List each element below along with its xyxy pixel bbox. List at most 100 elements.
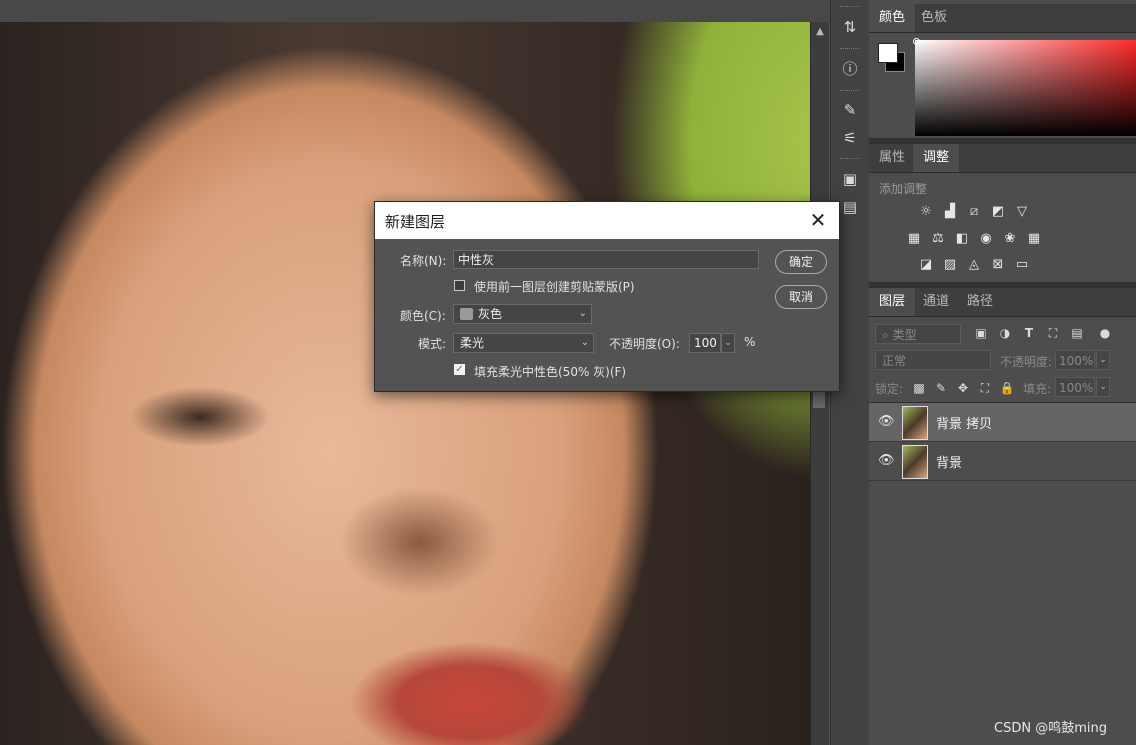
history-icon[interactable]: ⇅ xyxy=(839,16,861,38)
opacity-unit: % xyxy=(744,335,756,349)
grip-handle[interactable] xyxy=(840,6,860,10)
layer-name-input[interactable] xyxy=(453,250,759,269)
black-white-icon[interactable]: ◧ xyxy=(953,231,971,247)
type-filter-icon[interactable]: T xyxy=(1021,325,1037,341)
color-lookup-icon[interactable]: ▦ xyxy=(1025,231,1043,247)
layer-thumbnail xyxy=(902,445,928,479)
layer-thumbnail xyxy=(902,406,928,440)
gradient-map-icon[interactable]: ▭ xyxy=(1013,257,1031,273)
fill-label: 填充: xyxy=(1023,382,1052,396)
layer-opacity-value: 100% xyxy=(1059,354,1094,368)
levels-icon[interactable]: ▟ xyxy=(941,204,959,220)
threshold-icon[interactable]: ◬ xyxy=(965,257,983,273)
brush-settings-icon[interactable]: ⚟ xyxy=(839,127,861,149)
color-panel-tabbar: 颜色 色板 xyxy=(869,4,1136,33)
invert-icon[interactable]: ◪ xyxy=(917,257,935,273)
layer-row[interactable]: 👁 背景 xyxy=(869,442,1136,481)
opacity-label: 不透明度(O): xyxy=(609,337,680,351)
name-label: 名称(N): xyxy=(400,254,447,268)
mode-select-value: 柔光 xyxy=(460,336,485,350)
brightness-icon[interactable]: ☼ xyxy=(917,204,935,220)
libraries-icon[interactable]: ▣ xyxy=(839,168,861,190)
color-select[interactable]: 灰色 ⌄ xyxy=(453,304,592,324)
tab-channels[interactable]: 通道 xyxy=(913,288,959,316)
scrollbar-thumb[interactable] xyxy=(813,390,825,408)
eye-icon[interactable]: 👁 xyxy=(878,453,895,469)
adjust-panel-tabbar: 属性 调整 xyxy=(869,144,1136,173)
tab-layers[interactable]: 图层 xyxy=(869,288,916,316)
fill-neutral-label: 填充柔光中性色(50% 灰)(F) xyxy=(474,365,627,379)
grip-handle[interactable] xyxy=(840,48,860,52)
tab-swatches[interactable]: 色板 xyxy=(911,4,957,32)
eye-icon[interactable]: 👁 xyxy=(878,414,895,430)
color-picker-cursor[interactable] xyxy=(913,38,920,45)
fill-neutral-checkbox[interactable]: ✓ xyxy=(454,364,465,375)
lock-transparent-icon[interactable]: ▩ xyxy=(911,380,927,396)
blend-mode-value: 正常 xyxy=(882,354,907,368)
hue-saturation-icon[interactable]: ▦ xyxy=(905,231,923,247)
lock-label: 锁定: xyxy=(875,382,904,396)
color-picker-field[interactable] xyxy=(915,40,1136,136)
opacity-input[interactable] xyxy=(689,333,721,353)
blend-mode-select[interactable]: 正常 xyxy=(875,350,991,370)
tab-properties[interactable]: 属性 xyxy=(869,144,915,172)
chevron-down-icon[interactable]: ⌄ xyxy=(1096,377,1110,397)
posterize-icon[interactable]: ▨ xyxy=(941,257,959,273)
layer-opacity-input[interactable]: 100% xyxy=(1055,350,1095,370)
mode-label: 模式: xyxy=(418,337,447,351)
cancel-button[interactable]: 取消 xyxy=(775,285,827,309)
layer-filter-label: 类型 xyxy=(892,328,917,342)
document-tab-bar xyxy=(0,0,830,22)
close-icon[interactable]: ✕ xyxy=(807,209,829,231)
color-balance-icon[interactable]: ⚖ xyxy=(929,231,947,247)
info-icon[interactable]: ⓘ xyxy=(839,58,861,80)
dialog-title: 新建图层 xyxy=(385,213,446,231)
chevron-down-icon: ⌄ xyxy=(580,337,589,348)
lock-artboard-icon[interactable]: ⛶ xyxy=(977,380,993,396)
scroll-up-arrow-icon[interactable]: ▲ xyxy=(812,24,828,40)
watermark-text: CSDN @鸣鼓ming xyxy=(994,721,1107,736)
notes-icon[interactable]: ▤ xyxy=(839,196,861,218)
color-label: 颜色(C): xyxy=(400,309,446,323)
lock-paint-icon[interactable]: ✎ xyxy=(933,380,949,396)
mode-select[interactable]: 柔光 ⌄ xyxy=(453,333,594,353)
vibrance-icon[interactable]: ▽ xyxy=(1013,204,1031,220)
layer-filter-select[interactable]: ⌕ 类型 xyxy=(875,324,961,344)
exposure-icon[interactable]: ◩ xyxy=(989,204,1007,220)
lock-all-icon[interactable]: 🔒 xyxy=(999,380,1015,396)
fill-value: 100% xyxy=(1059,381,1094,395)
tab-paths[interactable]: 路径 xyxy=(957,288,1003,316)
clip-mask-checkbox[interactable] xyxy=(454,280,465,291)
dialog-title-bar[interactable]: 新建图层 ✕ xyxy=(375,202,839,239)
selective-color-icon[interactable]: ⊠ xyxy=(989,257,1007,273)
ok-button[interactable]: 确定 xyxy=(775,250,827,274)
lock-move-icon[interactable]: ✥ xyxy=(955,380,971,396)
grip-handle[interactable] xyxy=(840,90,860,94)
chevron-down-icon[interactable]: ⌄ xyxy=(1096,350,1110,370)
layer-row[interactable]: 👁 背景 拷贝 xyxy=(869,403,1136,442)
channel-mixer-icon[interactable]: ❀ xyxy=(1001,231,1019,247)
fill-input[interactable]: 100% xyxy=(1055,377,1095,397)
smart-object-filter-icon[interactable]: ▤ xyxy=(1069,325,1085,341)
brush-presets-icon[interactable]: ✎ xyxy=(839,99,861,121)
photo-filter-icon[interactable]: ◉ xyxy=(977,231,995,247)
chevron-down-icon: ⌄ xyxy=(578,308,587,319)
new-layer-dialog: 新建图层 ✕ 名称(N): 使用前一图层创建剪贴蒙版(P) 颜色(C): 灰色 … xyxy=(374,201,840,392)
layer-opacity-label: 不透明度: xyxy=(1000,355,1053,369)
layers-panel-tabbar: 图层 通道 路径 xyxy=(869,288,1136,317)
tab-color[interactable]: 颜色 xyxy=(869,4,916,32)
filter-toggle-icon[interactable]: ● xyxy=(1097,325,1113,341)
adjustment-filter-icon[interactable]: ◑ xyxy=(997,325,1013,341)
gray-swatch-icon xyxy=(460,308,473,320)
grip-handle[interactable] xyxy=(840,158,860,162)
color-select-value: 灰色 xyxy=(478,307,503,321)
chevron-down-icon[interactable]: ⌄ xyxy=(721,333,735,353)
curves-icon[interactable]: ⧄ xyxy=(965,204,983,220)
tab-adjustments[interactable]: 调整 xyxy=(913,144,960,172)
foreground-color-swatch[interactable] xyxy=(878,43,898,63)
shape-filter-icon[interactable]: ⛶ xyxy=(1045,325,1061,341)
layer-name[interactable]: 背景 拷贝 xyxy=(936,413,992,432)
pixel-filter-icon[interactable]: ▣ xyxy=(973,325,989,341)
search-icon: ⌕ xyxy=(882,328,889,342)
layer-name[interactable]: 背景 xyxy=(936,452,962,471)
